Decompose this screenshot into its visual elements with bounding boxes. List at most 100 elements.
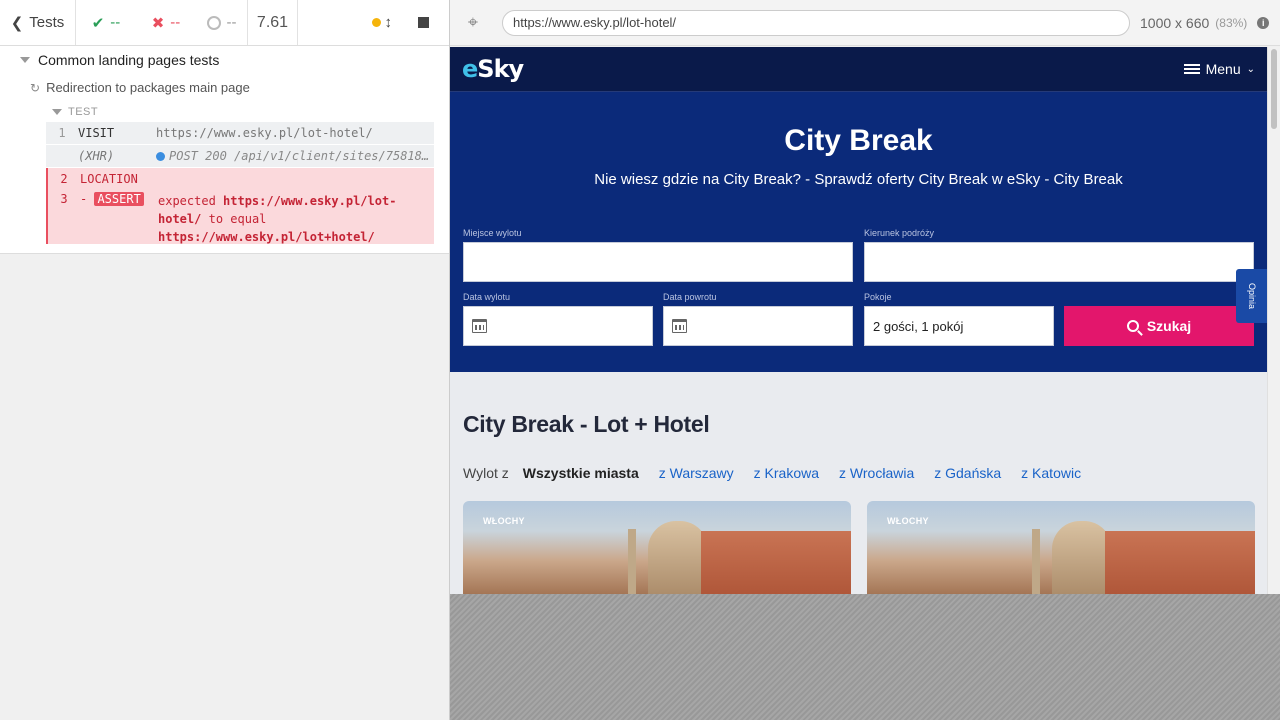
calendar-icon <box>472 319 487 333</box>
card-image-church <box>648 521 708 594</box>
expected-url: https://www.esky.pl/lot+hotel/ <box>158 230 375 244</box>
search-icon <box>1126 320 1139 332</box>
menu-label: Menu <box>1205 61 1241 77</box>
url-bar[interactable]: https://www.esky.pl/lot-hotel/ <box>502 9 1130 36</box>
rooms-select[interactable]: 2 gości, 1 pokój <box>864 306 1054 346</box>
city-filter-warszawa[interactable]: z Warszawy <box>659 465 734 481</box>
pending-circle-icon <box>206 15 221 30</box>
viewport-info: 1000 x 660 (83%) <box>1140 15 1247 31</box>
stop-icon[interactable] <box>418 17 429 28</box>
failed-command-block[interactable]: 2 LOCATION 3 - ASSERT expected https://w… <box>46 168 434 244</box>
search-label: Szukaj <box>1146 318 1192 334</box>
feedback-label: Opinia <box>1246 282 1257 310</box>
collapse-triangle-icon <box>20 57 30 63</box>
command-number: 1 <box>58 126 66 140</box>
card-image-obelisk <box>1032 529 1040 594</box>
collapse-triangle-icon <box>52 109 62 115</box>
esky-logo[interactable]: eSky <box>462 55 524 83</box>
hero-section: City Break Nie wiesz gdzie na City Break… <box>450 92 1267 372</box>
vertical-arrows-icon: ↕ <box>384 14 393 31</box>
destination-label: Kierunek podróży <box>864 228 935 238</box>
passed-value: -- <box>110 14 121 31</box>
card-country-tag: WŁOCHY <box>887 516 929 526</box>
command-name: LOCATION <box>80 172 138 186</box>
tests-label: Tests <box>29 14 65 31</box>
aut-header: ⌖ https://www.esky.pl/lot-hotel/ 1000 x … <box>450 0 1280 46</box>
command-name: (XHR) <box>78 149 115 163</box>
chevron-left-icon: ❮ <box>10 14 24 32</box>
feedback-tab[interactable]: Opinia <box>1236 269 1268 323</box>
city-filter-katowice[interactable]: z Katowic <box>1021 465 1081 481</box>
hero-title: City Break <box>784 124 933 157</box>
assert-message: expected https://www.esky.pl/lot-hotel/ … <box>158 194 397 244</box>
city-filter-wroclaw[interactable]: z Wrocławia <box>839 465 914 481</box>
departure-date-input[interactable] <box>463 306 653 346</box>
info-icon[interactable]: i <box>1257 16 1270 29</box>
viewport-scale: (83%) <box>1215 15 1248 30</box>
command-message: POST 200 /api/v1/client/sites/75818... <box>169 149 434 163</box>
viewport-size: 1000 x 660 <box>1140 14 1210 31</box>
suite-title[interactable]: Common landing pages tests <box>20 52 219 68</box>
departure-city-filter: Wylot z Wszystkie miasta z Warszawy z Kr… <box>463 465 1081 481</box>
hero-subtitle: Nie wiesz gdzie na City Break? - Sprawdź… <box>594 171 1123 188</box>
failed-count: ✖ -- <box>136 0 196 45</box>
card-image-building <box>1105 531 1255 594</box>
site-navbar: eSky Menu ⌄ <box>450 47 1267 92</box>
duration: 7.61 <box>248 0 298 45</box>
test-section-label[interactable]: TEST <box>52 106 98 118</box>
departure-label: Miejsce wylotu <box>463 228 522 238</box>
card-image-building <box>701 531 851 594</box>
card-image-church <box>1052 521 1112 594</box>
running-dot-icon <box>371 18 381 27</box>
selector-playground-icon[interactable]: ⌖ <box>450 12 496 33</box>
pending-count: -- <box>196 0 248 45</box>
return-date-label: Data powrotu <box>663 292 717 302</box>
suite-title-text: Common landing pages tests <box>38 52 220 68</box>
run-controls: ↕ <box>298 0 449 45</box>
test-title[interactable]: ↻ Redirection to packages main page <box>30 80 250 95</box>
city-filter-all[interactable]: Wszystkie miasta <box>523 465 639 481</box>
failed-value: -- <box>170 14 181 31</box>
command-number: 2 <box>60 172 68 186</box>
command-visit[interactable]: 1 VISIT https://www.esky.pl/lot-hotel/ <box>46 122 434 144</box>
departure-input[interactable] <box>463 242 853 282</box>
city-filter-prefix: Wylot z <box>463 465 509 481</box>
command-number: 3 <box>60 192 68 206</box>
card-image-obelisk <box>628 529 636 594</box>
departure-date-label: Data wylotu <box>463 292 511 302</box>
cross-icon: ✖ <box>151 14 165 32</box>
test-section-text: TEST <box>68 106 99 118</box>
city-filter-krakow[interactable]: z Krakowa <box>754 465 819 481</box>
tests-back-button[interactable]: ❮ Tests <box>0 0 76 45</box>
calendar-icon <box>672 319 687 333</box>
scrollbar-thumb[interactable] <box>1271 49 1277 129</box>
card-country-tag: WŁOCHY <box>483 516 525 526</box>
test-title-text: Redirection to packages main page <box>46 80 250 95</box>
return-date-input[interactable] <box>663 306 853 346</box>
xhr-status-dot-icon <box>156 152 165 161</box>
destination-input[interactable] <box>864 242 1254 282</box>
auto-scroll-toggle[interactable]: ↕ <box>371 14 393 31</box>
running-spinner-icon: ↻ <box>30 80 41 95</box>
command-location[interactable]: 2 LOCATION <box>48 170 158 188</box>
reporter-panel: ❮ Tests ✔ -- ✖ -- -- 7.61 ↕ Common landi… <box>0 0 450 720</box>
passed-count: ✔ -- <box>76 0 136 45</box>
aut-iframe: eSky Menu ⌄ City Break Nie wiesz gdzie n… <box>450 47 1280 594</box>
offer-card[interactable]: WŁOCHY <box>463 501 851 594</box>
menu-button[interactable]: Menu ⌄ <box>1183 61 1255 77</box>
command-assert[interactable]: 3 - ASSERT expected https://www.esky.pl/… <box>48 190 434 248</box>
chevron-down-icon: ⌄ <box>1246 63 1255 75</box>
command-xhr[interactable]: (XHR) POST 200 /api/v1/client/sites/7581… <box>46 145 434 167</box>
offer-card[interactable]: WŁOCHY <box>867 501 1255 594</box>
reporter-header: ❮ Tests ✔ -- ✖ -- -- 7.61 ↕ <box>0 0 449 46</box>
reporter-body: Common landing pages tests ↻ Redirection… <box>0 46 449 254</box>
search-button[interactable]: Szukaj <box>1064 306 1254 346</box>
command-log: 1 VISIT https://www.esky.pl/lot-hotel/ (… <box>46 122 434 244</box>
iframe-scrollbar[interactable] <box>1267 47 1280 594</box>
hamburger-icon <box>1183 64 1200 74</box>
rooms-label: Pokoje <box>864 292 892 302</box>
city-filter-gdansk[interactable]: z Gdańska <box>934 465 1001 481</box>
pending-value: -- <box>226 14 237 31</box>
check-icon: ✔ <box>91 14 105 32</box>
section-title: City Break - Lot + Hotel <box>463 411 710 437</box>
